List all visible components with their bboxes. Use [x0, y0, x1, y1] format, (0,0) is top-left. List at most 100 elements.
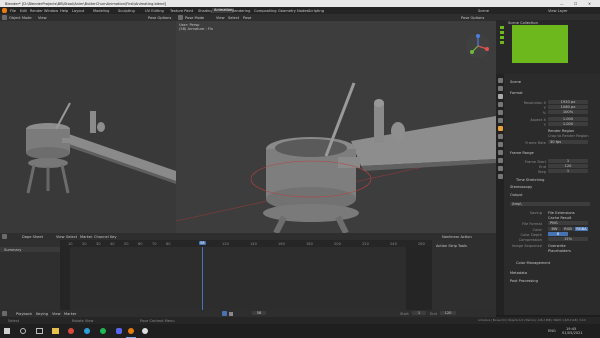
tab-texture-paint[interactable]: Texture Paint	[170, 9, 193, 13]
tab-scripting[interactable]: Scripting	[308, 9, 324, 13]
collection-icon[interactable]	[500, 26, 504, 29]
blender-taskbar-icon[interactable]	[128, 328, 134, 334]
minimize-button[interactable]: —	[560, 2, 564, 6]
end-frame-field[interactable]: 120	[440, 311, 456, 315]
world-tab-icon[interactable]	[497, 118, 503, 123]
taskview-icon[interactable]	[36, 328, 43, 334]
color-management-subpanel[interactable]: Color Management	[516, 261, 550, 265]
editor-type-icon[interactable]	[2, 15, 7, 20]
render-region-checkbox[interactable]: Render Region	[548, 129, 574, 133]
bone-tab-icon[interactable]	[497, 166, 503, 171]
dopesheet-channel-menu[interactable]: Channel	[94, 235, 109, 239]
resolution-x-field[interactable]: 1920 px	[548, 100, 588, 104]
compression-slider[interactable]: 15%	[548, 237, 588, 241]
left-mode-selector[interactable]: Object Mode	[9, 16, 32, 20]
dopesheet-select-menu[interactable]: Select	[66, 235, 77, 239]
dopesheet-mode[interactable]: Dope Sheet	[22, 235, 43, 239]
output-path-field[interactable]: /tmp\	[510, 202, 590, 206]
start-frame-field[interactable]: 1	[412, 311, 426, 315]
current-frame-indicator[interactable]: 58	[199, 240, 206, 245]
time-stretching-subpanel[interactable]: Time Stretching	[516, 178, 544, 182]
tab-sculpting[interactable]: Sculpting	[118, 9, 135, 13]
tab-compositing[interactable]: Compositing	[254, 9, 277, 13]
tray-language[interactable]: ENG	[548, 329, 556, 333]
chrome-icon[interactable]	[68, 328, 74, 334]
resolution-y-field[interactable]: 1080 px	[548, 105, 588, 109]
render-tab-icon[interactable]	[497, 86, 503, 91]
modifier-tab-icon[interactable]	[497, 134, 503, 139]
scene-tab-icon[interactable]	[497, 110, 503, 115]
post-processing-section-header[interactable]: Post Processing	[510, 279, 538, 283]
main-mode-selector[interactable]: Pose Mode	[185, 16, 204, 20]
editor-type-icon[interactable]	[2, 311, 7, 316]
object-tab-icon[interactable]	[497, 126, 503, 131]
view-layer-selector[interactable]: View Layer	[548, 9, 568, 13]
crop-region-checkbox[interactable]: Crop to Render Region	[548, 134, 589, 138]
cache-result-checkbox[interactable]: Cache Result	[548, 216, 571, 220]
tab-layout[interactable]: Layout	[72, 9, 84, 13]
main-select-menu[interactable]: Select	[228, 16, 239, 20]
camera-icon[interactable]	[500, 36, 504, 39]
armature-icon[interactable]	[500, 31, 504, 34]
data-tab-icon[interactable]	[497, 158, 503, 163]
editor-type-icon[interactable]	[178, 15, 183, 20]
navigation-gizmo[interactable]	[464, 32, 492, 60]
format-section-header[interactable]: Format	[510, 91, 523, 95]
texture-tab-icon[interactable]	[497, 174, 503, 179]
dopesheet-view-menu[interactable]: View	[56, 235, 65, 239]
play-button-icon[interactable]	[222, 311, 227, 316]
dopesheet-marker-menu[interactable]: Marker	[80, 235, 92, 239]
main-3d-viewport[interactable]: Pose Mode View Select Pose Pose Options …	[176, 14, 496, 233]
editor-type-icon[interactable]	[2, 234, 7, 239]
timeline-marker-menu[interactable]: Marker	[64, 312, 76, 316]
edge-icon[interactable]	[84, 328, 90, 334]
light-icon[interactable]	[500, 41, 504, 44]
frame-rate-dropdown[interactable]: 30 fps	[548, 140, 588, 144]
view-layer-tab-icon[interactable]	[497, 102, 503, 107]
playback-menu[interactable]: Playback	[16, 312, 32, 316]
jump-end-icon[interactable]	[229, 311, 233, 316]
unreal-icon[interactable]	[142, 328, 148, 334]
summary-row[interactable]: Summary	[0, 247, 60, 252]
frame-start-field[interactable]: 1	[548, 159, 588, 163]
explorer-icon[interactable]	[52, 328, 59, 334]
file-format-dropdown[interactable]: PNG	[548, 221, 588, 225]
blender-logo-icon[interactable]	[2, 8, 7, 13]
overwrite-checkbox[interactable]: Overwrite	[548, 244, 566, 248]
aspect-y-field[interactable]: 1.000	[548, 122, 588, 126]
main-pose-options[interactable]: Pose Options	[461, 16, 484, 20]
stereoscopy-section-header[interactable]: Stereoscopy	[510, 185, 532, 189]
resolution-percent-field[interactable]: 100%	[548, 110, 588, 114]
current-frame-field[interactable]: 58	[252, 311, 266, 315]
placeholders-checkbox[interactable]: Placeholders	[548, 249, 571, 253]
constraint-tab-icon[interactable]	[497, 150, 503, 155]
start-icon[interactable]	[4, 328, 10, 334]
output-tab-icon[interactable]	[497, 94, 503, 99]
nla-label[interactable]: Nonlinear Action	[442, 235, 472, 239]
color-depth-8[interactable]: 8	[548, 232, 568, 236]
tool-tab-icon[interactable]	[497, 78, 503, 83]
color-rgba-option[interactable]: RGBA	[575, 227, 588, 231]
spotify-icon[interactable]	[100, 328, 106, 334]
tab-modeling[interactable]: Modeling	[93, 9, 109, 13]
menu-render[interactable]: Render	[30, 9, 43, 13]
frame-end-field[interactable]: 120	[548, 164, 588, 168]
menu-edit[interactable]: Edit	[20, 9, 27, 13]
close-button[interactable]: ✕	[588, 2, 591, 6]
menu-help[interactable]: Help	[60, 9, 68, 13]
dopesheet-keyframe-area[interactable]	[60, 247, 432, 310]
discord-icon[interactable]	[116, 328, 122, 334]
left-view-menu[interactable]: View	[38, 16, 47, 20]
frame-range-section-header[interactable]: Frame Range	[510, 151, 534, 155]
search-icon[interactable]	[20, 328, 26, 334]
timeline-view-menu[interactable]: View	[52, 312, 61, 316]
keying-menu[interactable]: Keying	[36, 312, 48, 316]
tab-uv-editing[interactable]: UV Editing	[145, 9, 164, 13]
metadata-section-header[interactable]: Metadata	[510, 271, 527, 275]
tab-geometry-nodes[interactable]: Geometry Nodes	[278, 9, 308, 13]
color-bw-option[interactable]: BW	[548, 227, 561, 231]
menu-window[interactable]: Window	[44, 9, 58, 13]
left-3d-viewport[interactable]: Object Mode View Pose Options	[0, 14, 176, 233]
aspect-x-field[interactable]: 1.000	[548, 117, 588, 121]
dopesheet-ruler[interactable]: 10 20 30 40 50 60 70 80 120 140 160 180 …	[60, 240, 432, 247]
